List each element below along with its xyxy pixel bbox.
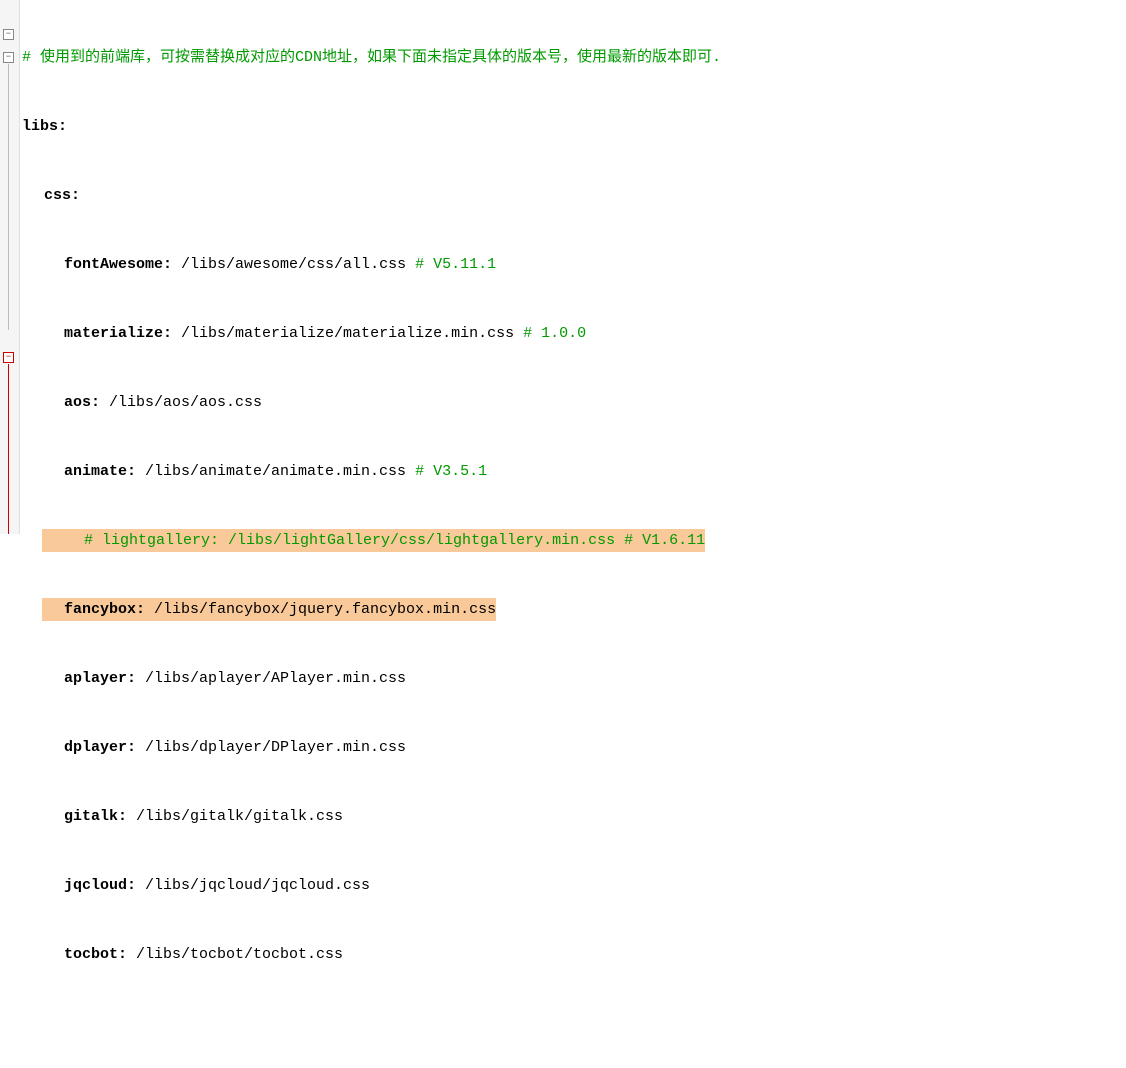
key-animate: animate:	[64, 463, 136, 480]
val-tocbot: /libs/tocbot/tocbot.css	[127, 946, 343, 963]
fold-marker-css[interactable]	[3, 52, 14, 63]
key-fontawesome: fontAwesome:	[64, 256, 172, 273]
code-area[interactable]: # 使用到的前端库，可按需替换成对应的CDN地址，如果下面未指定具体的版本号，使…	[20, 0, 1126, 534]
highlighted-line-lightgallery-css: # lightgallery: /libs/lightGallery/css/l…	[22, 529, 1126, 552]
key-css: css:	[44, 187, 80, 204]
key-dplayer: dplayer:	[64, 739, 136, 756]
val-aplayer: /libs/aplayer/APlayer.min.css	[136, 670, 406, 687]
val-aos-css: /libs/aos/aos.css	[100, 394, 262, 411]
comment-animate: # V3.5.1	[415, 463, 487, 480]
key-aos-css: aos:	[64, 394, 100, 411]
val-materialize-css: /libs/materialize/materialize.min.css	[172, 325, 523, 342]
val-dplayer: /libs/dplayer/DPlayer.min.css	[136, 739, 406, 756]
highlighted-line-fancybox-css: fancybox: /libs/fancybox/jquery.fancybox…	[22, 598, 1126, 621]
val-fontawesome: /libs/awesome/css/all.css	[172, 256, 415, 273]
comment-header: # 使用到的前端库，可按需替换成对应的CDN地址，如果下面未指定具体的版本号，使…	[22, 49, 721, 66]
fold-marker-js[interactable]	[3, 352, 14, 363]
comment-materialize-css: # 1.0.0	[523, 325, 586, 342]
key-libs: libs:	[22, 118, 67, 135]
key-tocbot: tocbot:	[64, 946, 127, 963]
comment-fontawesome: # V5.11.1	[415, 256, 496, 273]
key-materialize-css: materialize:	[64, 325, 172, 342]
fold-marker-libs[interactable]	[3, 29, 14, 40]
val-animate: /libs/animate/animate.min.css	[136, 463, 415, 480]
val-gitalk: /libs/gitalk/gitalk.css	[127, 808, 343, 825]
key-aplayer: aplayer:	[64, 670, 136, 687]
key-jqcloud: jqcloud:	[64, 877, 136, 894]
key-gitalk: gitalk:	[64, 808, 127, 825]
val-jqcloud: /libs/jqcloud/jqcloud.css	[136, 877, 370, 894]
fold-gutter	[0, 0, 20, 534]
